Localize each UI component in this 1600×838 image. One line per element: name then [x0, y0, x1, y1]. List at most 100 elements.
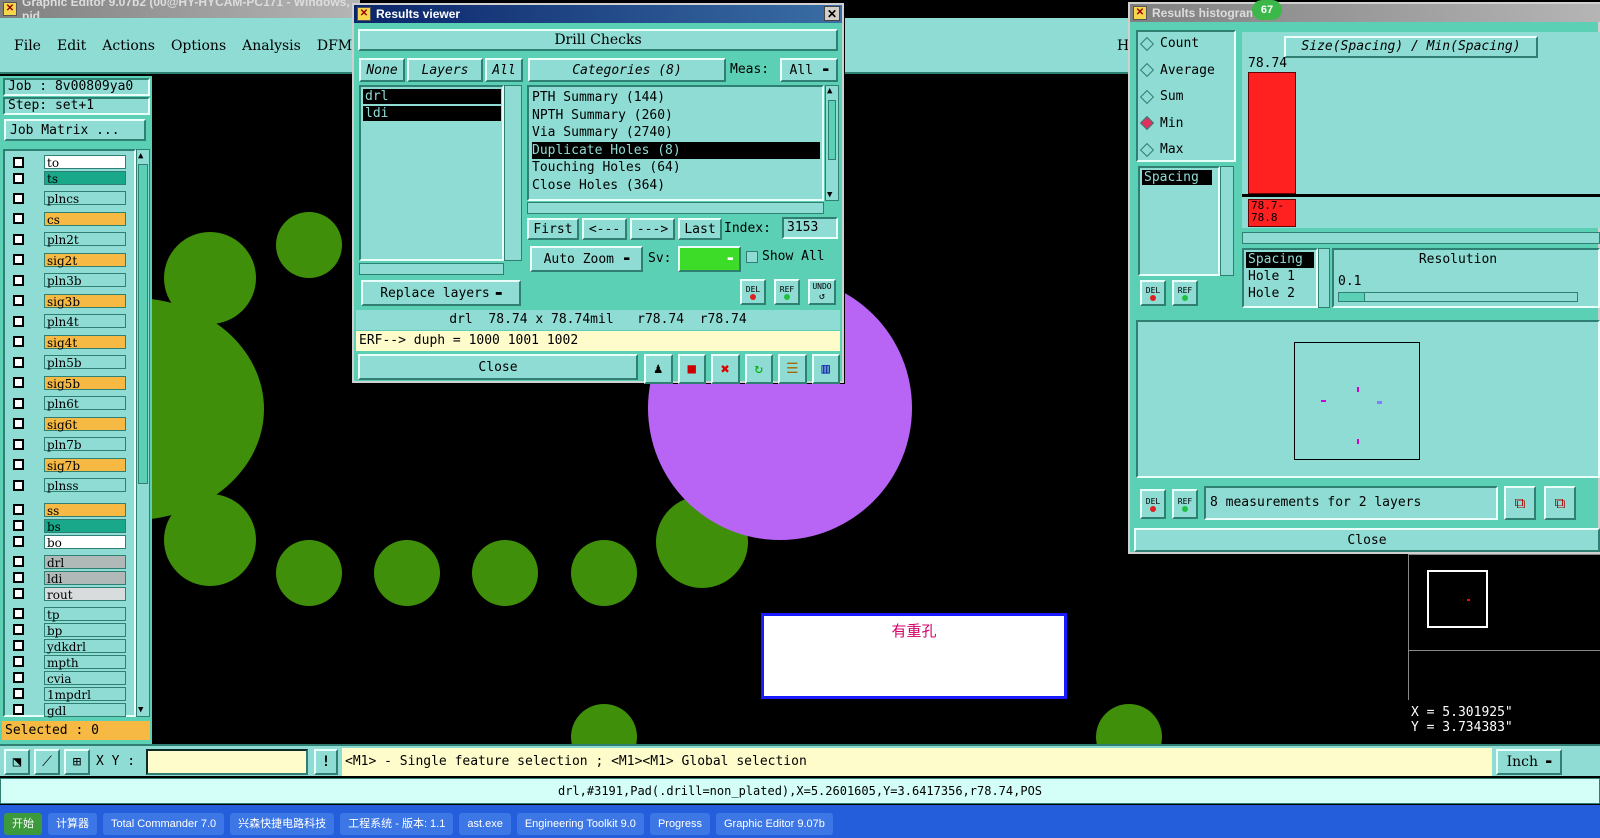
spacing-list-vscroll[interactable]: [1318, 248, 1330, 308]
layer-checkbox[interactable]: [13, 336, 24, 347]
menu-actions[interactable]: Actions: [102, 38, 155, 54]
layer-checkbox[interactable]: [13, 479, 24, 491]
layer-name[interactable]: gdl: [44, 702, 126, 718]
layer-row[interactable]: plncs: [13, 191, 126, 206]
layer-name[interactable]: ldi: [44, 570, 126, 586]
radio-diamond-icon[interactable]: [1139, 62, 1155, 78]
layer-name[interactable]: ydkdrl: [44, 638, 126, 654]
taskbar-item[interactable]: 计算器: [48, 813, 97, 835]
layer-checkbox[interactable]: [13, 315, 24, 327]
layer-row[interactable]: ts: [13, 171, 126, 186]
units-dropdown[interactable]: Inch ▬: [1496, 749, 1562, 775]
layer-row[interactable]: sig6t: [13, 416, 126, 432]
zoom-to-icon[interactable]: ⧉: [1504, 486, 1536, 520]
grid-tool-icon[interactable]: ⊞: [64, 749, 90, 775]
layer-checkbox[interactable]: [13, 438, 24, 450]
layer-checkbox[interactable]: [13, 640, 24, 651]
layer-checkbox[interactable]: [13, 672, 24, 683]
layer-row[interactable]: ldi: [13, 570, 126, 586]
layer-name[interactable]: pln2t: [44, 232, 126, 247]
meas-dropdown[interactable]: All ▬: [780, 58, 838, 82]
layer-row[interactable]: bs: [13, 518, 126, 534]
layer-checkbox[interactable]: [13, 656, 24, 667]
layer-checkbox[interactable]: [13, 295, 24, 306]
layer-name[interactable]: cs: [44, 211, 126, 227]
layer-row[interactable]: mpth: [13, 654, 126, 670]
layer-name[interactable]: sig6t: [44, 416, 126, 432]
close-icon[interactable]: ✕: [824, 6, 840, 21]
taskbar-item[interactable]: Total Commander 7.0: [103, 813, 225, 835]
layer-row[interactable]: tp: [13, 606, 126, 622]
scroll-up-arrow-icon[interactable]: ▲: [827, 86, 832, 96]
category-item[interactable]: PTH Summary (144): [532, 89, 822, 107]
layer-checkbox[interactable]: [13, 418, 24, 429]
layer-row[interactable]: pln5b: [13, 355, 126, 370]
histogram-hscroll[interactable]: [1242, 232, 1600, 244]
result-ref-button[interactable]: REF: [774, 279, 800, 305]
measure-list-vscroll[interactable]: [1220, 166, 1234, 276]
radio-diamond-icon[interactable]: [1139, 142, 1155, 157]
index-input[interactable]: 3153: [782, 217, 838, 239]
layer-row[interactable]: ydkdrl: [13, 638, 126, 654]
category-item[interactable]: NPTH Summary (260): [532, 107, 822, 125]
category-list[interactable]: PTH Summary (144) NPTH Summary (260) Via S…: [527, 85, 824, 201]
layer-checkbox[interactable]: [13, 233, 24, 245]
layer-row[interactable]: cs: [13, 211, 126, 227]
layer-row[interactable]: to: [13, 155, 126, 170]
layer-checkbox[interactable]: [13, 213, 24, 224]
report-icon[interactable]: ■: [677, 354, 706, 384]
all-layers-button[interactable]: All: [485, 58, 523, 82]
menu-analysis[interactable]: Analysis: [242, 38, 301, 54]
layer-row[interactable]: sig7b: [13, 457, 126, 473]
layer-name[interactable]: plncs: [44, 191, 126, 206]
layer-checkbox[interactable]: [13, 356, 24, 368]
layer-name[interactable]: to: [44, 155, 126, 170]
layer-row[interactable]: pln6t: [13, 396, 126, 411]
layer-row[interactable]: cvia: [13, 670, 126, 686]
layer-row[interactable]: plnss: [13, 478, 126, 493]
delete-cross-icon[interactable]: ✖: [711, 354, 740, 384]
layer-checkbox[interactable]: [13, 254, 24, 265]
layer-checkbox[interactable]: [13, 274, 24, 286]
taskbar-item[interactable]: 兴森快捷电路科技: [230, 813, 335, 835]
layer-scrollbar[interactable]: ▲ ▼: [136, 149, 150, 717]
layer-name[interactable]: rout: [44, 586, 126, 602]
layer-name[interactable]: tp: [44, 606, 126, 622]
taskbar-item[interactable]: ast.exe: [459, 813, 511, 835]
result-layer-item-ldi[interactable]: ldi: [363, 106, 501, 121]
layer-checkbox[interactable]: [13, 624, 24, 635]
layer-checkbox[interactable]: [13, 459, 24, 470]
layer-name[interactable]: pln5b: [44, 355, 126, 370]
stat-option[interactable]: Max: [1139, 142, 1183, 157]
layer-name[interactable]: sig2t: [44, 252, 126, 268]
hist-del-button-2[interactable]: DEL: [1140, 489, 1166, 519]
results-close-button[interactable]: Close: [358, 354, 638, 380]
layer-row[interactable]: rout: [13, 586, 126, 602]
layer-name[interactable]: sig3b: [44, 293, 126, 309]
spacing-list[interactable]: Spacing Hole 1 Hole 2: [1242, 248, 1318, 308]
taskbar-item[interactable]: Graphic Editor 9.07b: [715, 813, 833, 835]
taskbar-item[interactable]: 工程系统 - 版本: 1.1: [340, 813, 454, 835]
spacing-item[interactable]: Hole 2: [1246, 286, 1314, 302]
histogram-bar[interactable]: [1248, 72, 1296, 194]
show-all-checkbox[interactable]: [746, 251, 758, 263]
scroll-thumb[interactable]: [138, 164, 148, 484]
layer-name[interactable]: bs: [44, 518, 126, 534]
layer-checkbox[interactable]: [13, 588, 24, 599]
layer-checkbox[interactable]: [13, 608, 24, 619]
layer-row[interactable]: gdl: [13, 702, 126, 718]
next-button[interactable]: --->: [630, 218, 675, 240]
xy-input[interactable]: [146, 749, 308, 775]
histogram-close-button[interactable]: Close: [1134, 528, 1600, 552]
result-del-button[interactable]: DEL: [740, 279, 766, 305]
scroll-thumb[interactable]: [828, 100, 836, 160]
taskbar-item[interactable]: Progress: [649, 813, 710, 835]
category-item[interactable]: Close Holes (364): [532, 177, 822, 195]
first-button[interactable]: First: [527, 218, 579, 240]
spacing-item[interactable]: Hole 1: [1246, 269, 1314, 285]
layer-row[interactable]: sig2t: [13, 252, 126, 268]
job-matrix-button[interactable]: Job Matrix ...: [4, 119, 146, 141]
radio-diamond-icon[interactable]: [1139, 115, 1155, 131]
layer-checkbox[interactable]: [13, 556, 24, 567]
result-layer-item-drl[interactable]: drl: [363, 89, 501, 104]
